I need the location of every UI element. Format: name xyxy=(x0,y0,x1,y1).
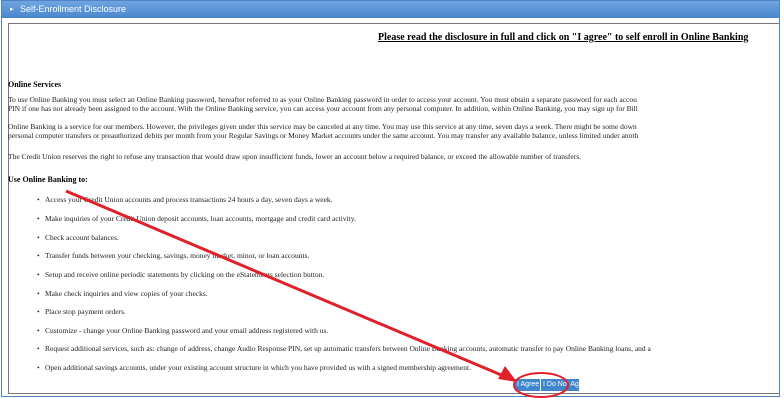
list-item: • Make check inquiries and view copies of… xyxy=(37,289,208,298)
list-item: • Customize - change your Online Banking … xyxy=(37,326,329,335)
use-online-banking-heading: Use Online Banking to: xyxy=(8,175,88,184)
agree-button[interactable]: I Agree xyxy=(515,379,540,391)
panel-header[interactable]: ▸ Self-Enrollment Disclosure xyxy=(2,1,779,18)
list-item: • Transfer funds between your checking, s… xyxy=(37,251,310,260)
list-item: • Setup and receive online periodic state… xyxy=(37,270,325,279)
para1-line2: PIN if one has not already been assigned… xyxy=(8,104,638,113)
list-item: • Make inquiries of your Credit Union dep… xyxy=(37,214,356,223)
list-item: • Place stop payment orders. xyxy=(37,307,126,316)
list-item: • Open additional savings accounts, under… xyxy=(37,363,471,372)
online-services-heading: Online Services xyxy=(8,80,62,89)
para3: The Credit Union reserves the right to r… xyxy=(8,152,581,161)
collapse-arrow-icon[interactable]: ▸ xyxy=(10,1,14,18)
list-item: • Request additional services, such as: c… xyxy=(37,344,651,353)
list-item: • Check account balances. xyxy=(37,233,119,242)
instruction-text: Please read the disclosure in full and c… xyxy=(378,32,749,43)
list-item: • Access your Credit Union accounts and p… xyxy=(37,195,333,204)
para2-line2: personal computer transfers or preauthor… xyxy=(8,131,639,140)
disclosure-content-box xyxy=(8,23,779,394)
para1-line1: To use Online Banking you must select an… xyxy=(8,95,637,104)
para2-line1: Online Banking is a service for our memb… xyxy=(8,122,637,131)
do-not-agree-button[interactable]: I Do Not Agree xyxy=(541,379,589,391)
panel-title: Self-Enrollment Disclosure xyxy=(20,4,127,14)
